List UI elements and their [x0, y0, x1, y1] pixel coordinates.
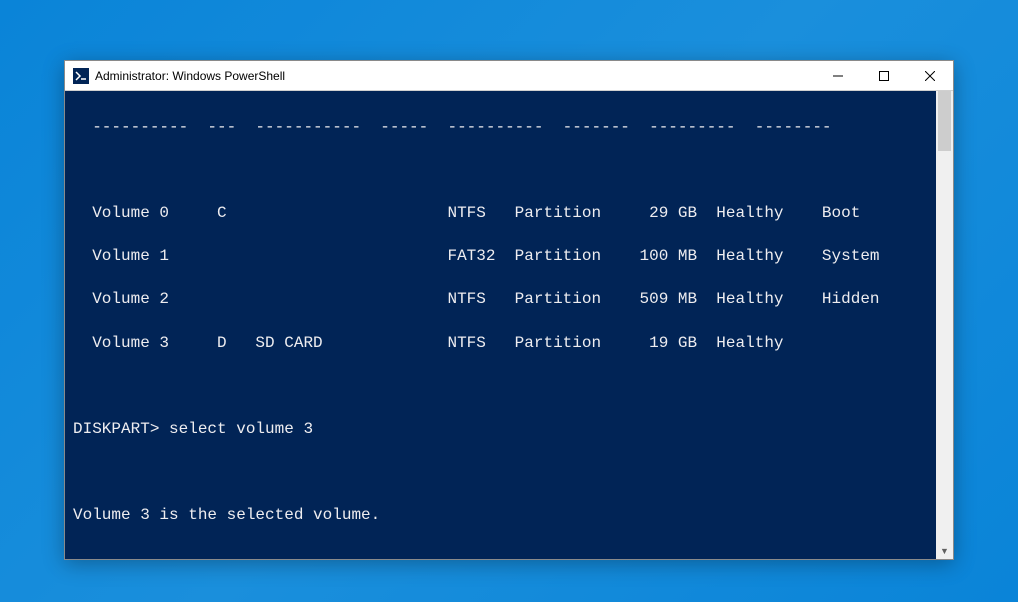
window-controls [815, 61, 953, 90]
divider-line: ---------- --- ----------- ----- -------… [73, 117, 932, 139]
scrollbar[interactable]: ▲ ▼ [936, 91, 953, 559]
close-button[interactable] [907, 61, 953, 90]
terminal-area-wrap: ---------- --- ----------- ----- -------… [65, 91, 953, 559]
table-row: Volume 0 C NTFS Partition 29 GB Healthy … [73, 203, 932, 225]
powershell-icon [73, 68, 89, 84]
window-title: Administrator: Windows PowerShell [95, 69, 815, 83]
blank-line [73, 376, 932, 398]
output-line: Volume 3 is the selected volume. [73, 505, 932, 527]
table-row: Volume 1 FAT32 Partition 100 MB Healthy … [73, 246, 932, 268]
powershell-window: Administrator: Windows PowerShell ------… [64, 60, 954, 560]
terminal-area[interactable]: ---------- --- ----------- ----- -------… [65, 91, 936, 559]
blank-line [73, 548, 932, 559]
table-row: Volume 2 NTFS Partition 509 MB Healthy H… [73, 289, 932, 311]
minimize-button[interactable] [815, 61, 861, 90]
titlebar[interactable]: Administrator: Windows PowerShell [65, 61, 953, 91]
table-row: Volume 3 D SD CARD NTFS Partition 19 GB … [73, 333, 932, 355]
scroll-down-icon[interactable]: ▼ [936, 542, 953, 559]
prompt-line: DISKPART> select volume 3 [73, 419, 932, 441]
maximize-button[interactable] [861, 61, 907, 90]
blank-line [73, 160, 932, 182]
scroll-thumb[interactable] [938, 91, 951, 151]
blank-line [73, 462, 932, 484]
